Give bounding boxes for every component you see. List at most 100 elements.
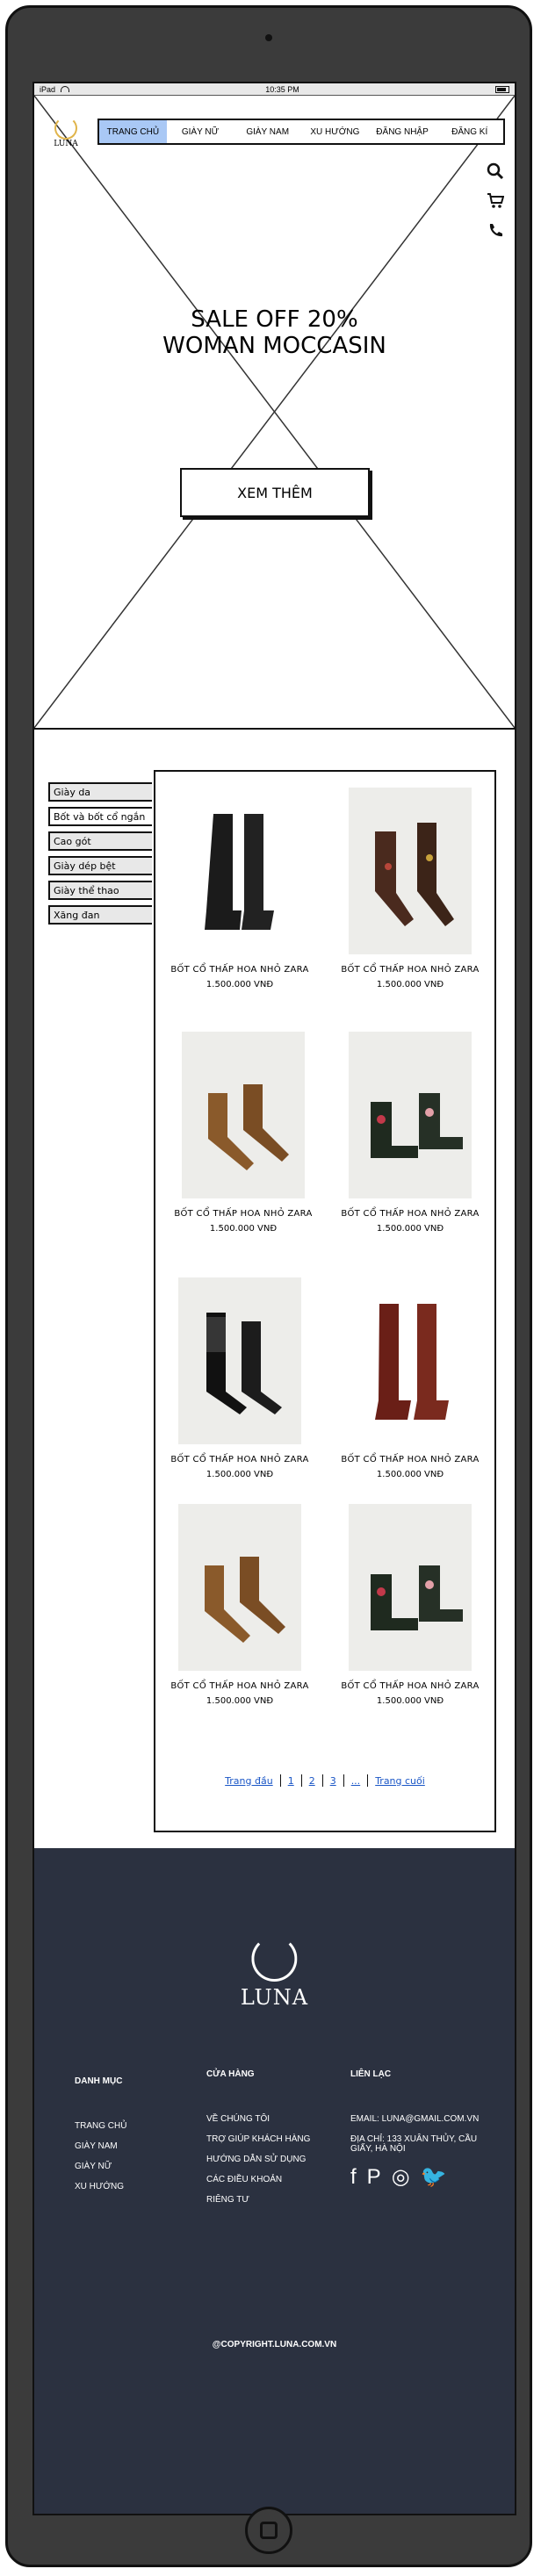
product-card[interactable]: BỐT CỔ THẤP HOA NHỎ ZARA 1.500.000 VNĐ bbox=[331, 1277, 489, 1479]
nav-trends[interactable]: XU HƯỚNG bbox=[301, 120, 369, 143]
search-icon[interactable] bbox=[487, 162, 504, 180]
nav-home[interactable]: TRANG CHỦ bbox=[99, 120, 167, 143]
logo-name: LUNA bbox=[54, 140, 78, 148]
product-image[interactable] bbox=[178, 788, 301, 954]
product-image[interactable] bbox=[349, 1504, 472, 1671]
footer-link[interactable]: HƯỚNG DẪN SỬ DỤNG bbox=[206, 2155, 310, 2164]
product-name[interactable]: BỐT CỔ THẤP HOA NHỎ ZARA bbox=[161, 1681, 319, 1691]
product-name[interactable]: BỐT CỔ THẤP HOA NHỎ ZARA bbox=[331, 965, 489, 975]
product-card[interactable]: BỐT CỔ THẤP HOA NHỎ ZARA 1.500.000 VNĐ bbox=[331, 1504, 489, 1706]
product-price: 1.500.000 VNĐ bbox=[206, 1470, 274, 1479]
product-name[interactable]: BỐT CỔ THẤP HOA NHỎ ZARA bbox=[331, 1455, 489, 1464]
product-card[interactable]: BỐT CỔ THẤP HOA NHỎ ZARA 1.500.000 VNĐ bbox=[331, 1032, 489, 1234]
product-image[interactable] bbox=[349, 788, 472, 954]
product-price: 1.500.000 VNĐ bbox=[209, 1224, 278, 1234]
clock: 10:35 PM bbox=[265, 84, 299, 94]
logo-mark-icon bbox=[54, 117, 77, 140]
hero-title: SALE OFF 20% WOMAN MOCCASIN bbox=[34, 306, 515, 359]
product-grid: BỐT CỔ THẤP HOA NHỎ ZARA 1.500.000 VNĐ B… bbox=[154, 770, 496, 1832]
category-item[interactable]: Giày thể thao bbox=[48, 881, 152, 900]
product-name[interactable]: BỐT CỔ THẤP HOA NHỎ ZARA bbox=[331, 1681, 489, 1691]
category-item[interactable]: Giày dép bệt bbox=[48, 856, 152, 875]
wifi-icon bbox=[61, 86, 70, 92]
pagination-page[interactable]: ... bbox=[351, 1775, 361, 1787]
twitter-icon[interactable]: 🐦 bbox=[421, 2166, 447, 2189]
footer-logo-mark-icon bbox=[251, 1936, 298, 1982]
footer-col-title: LIÊN LẠC bbox=[350, 2069, 392, 2079]
logo[interactable]: LUNA bbox=[50, 117, 82, 148]
footer-link[interactable]: GIÀY NAM bbox=[75, 2141, 126, 2151]
product-card[interactable]: BỐT CỔ THẤP HOA NHỎ ZARA 1.500.000 VNĐ bbox=[161, 1277, 319, 1479]
utility-icons bbox=[487, 162, 505, 240]
product-card[interactable]: BỐT CỔ THẤP HOA NHỎ ZARA 1.500.000 VNĐ bbox=[164, 1032, 322, 1234]
footer-link[interactable]: TRANG CHỦ bbox=[75, 2121, 126, 2131]
product-price: 1.500.000 VNĐ bbox=[376, 1696, 444, 1706]
product-price: 1.500.000 VNĐ bbox=[206, 1696, 274, 1706]
phone-icon[interactable] bbox=[487, 222, 504, 240]
nav-register[interactable]: ĐĂNG KÍ bbox=[436, 120, 503, 143]
category-item[interactable]: Giày da bbox=[48, 782, 152, 802]
category-item[interactable]: Xăng đan bbox=[48, 905, 152, 925]
product-card[interactable]: BỐT CỔ THẤP HOA NHỎ ZARA 1.500.000 VNĐ bbox=[161, 788, 319, 989]
pagination-page[interactable]: 1 bbox=[288, 1775, 294, 1787]
category-item[interactable]: Bốt và bốt cổ ngắn bbox=[48, 807, 152, 826]
main-nav: TRANG CHỦ GIÀY NỮ GIÀY NAM XU HƯỚNG ĐĂNG… bbox=[97, 119, 505, 145]
footer-link[interactable]: CÁC ĐIỀU KHOẢN bbox=[206, 2175, 310, 2184]
product-image[interactable] bbox=[349, 1277, 472, 1444]
product-name[interactable]: BỐT CỔ THẤP HOA NHỎ ZARA bbox=[164, 1209, 322, 1219]
product-price: 1.500.000 VNĐ bbox=[376, 980, 444, 989]
footer-col-title: DANH MỤC bbox=[75, 2076, 123, 2086]
copyright: @COPYRIGHT.LUNA.COM.VN bbox=[212, 2340, 337, 2349]
footer-link[interactable]: GIÀY NỮ bbox=[75, 2162, 126, 2171]
nav-login[interactable]: ĐĂNG NHẬP bbox=[369, 120, 436, 143]
product-price: 1.500.000 VNĐ bbox=[376, 1470, 444, 1479]
hero-banner: LUNA TRANG CHỦ GIÀY NỮ GIÀY NAM XU HƯỚNG… bbox=[34, 96, 515, 730]
hero-line-1: SALE OFF 20% bbox=[191, 306, 358, 333]
pagination-page[interactable]: 2 bbox=[309, 1775, 315, 1787]
category-sidebar: Giày da Bốt và bốt cổ ngắn Cao gót Giày … bbox=[48, 782, 152, 930]
site-footer: LUNA DANH MỤC TRANG CHỦ GIÀY NAM GIÀY NỮ… bbox=[34, 1848, 515, 2514]
product-card[interactable]: BỐT CỔ THẤP HOA NHỎ ZARA 1.500.000 VNĐ bbox=[331, 788, 489, 989]
product-name[interactable]: BỐT CỔ THẤP HOA NHỎ ZARA bbox=[161, 1455, 319, 1464]
product-card[interactable]: BỐT CỔ THẤP HOA NHỎ ZARA 1.500.000 VNĐ bbox=[161, 1504, 319, 1706]
product-image[interactable] bbox=[182, 1032, 305, 1198]
camera-dot bbox=[265, 34, 272, 41]
product-name[interactable]: BỐT CỔ THẤP HOA NHỎ ZARA bbox=[331, 1209, 489, 1219]
footer-link[interactable]: VỀ CHÚNG TÔI bbox=[206, 2114, 310, 2124]
status-bar: iPad 10:35 PM bbox=[34, 83, 515, 96]
image-placeholder bbox=[34, 96, 515, 728]
product-image[interactable] bbox=[178, 1277, 301, 1444]
cart-icon[interactable] bbox=[487, 192, 505, 210]
pagination: Trang đầu 1 2 3 ... Trang cuối bbox=[155, 1774, 494, 1787]
product-price: 1.500.000 VNĐ bbox=[206, 980, 274, 989]
product-image[interactable] bbox=[349, 1032, 472, 1198]
product-image[interactable] bbox=[178, 1504, 301, 1671]
pagination-page[interactable]: 3 bbox=[330, 1775, 336, 1787]
tablet-frame: iPad 10:35 PM LUNA TRANG CHỦ GIÀY NỮ GIÀ… bbox=[5, 5, 532, 2567]
nav-women-shoes[interactable]: GIÀY NỮ bbox=[167, 120, 234, 143]
product-name[interactable]: BỐT CỔ THẤP HOA NHỎ ZARA bbox=[161, 965, 319, 975]
home-button[interactable] bbox=[245, 2507, 292, 2554]
nav-men-shoes[interactable]: GIÀY NAM bbox=[234, 120, 301, 143]
see-more-button[interactable]: XEM THÊM bbox=[180, 468, 370, 517]
footer-logo-name: LUNA bbox=[240, 1985, 309, 2010]
home-square-icon bbox=[260, 2522, 278, 2539]
product-price: 1.500.000 VNĐ bbox=[376, 1224, 444, 1234]
pinterest-icon[interactable]: P bbox=[367, 2166, 381, 2189]
pagination-first[interactable]: Trang đầu bbox=[225, 1775, 273, 1787]
facebook-icon[interactable]: f bbox=[350, 2166, 357, 2189]
footer-link[interactable]: TRỢ GIÚP KHÁCH HÀNG bbox=[206, 2134, 310, 2144]
device-label: iPad bbox=[40, 84, 56, 94]
battery-icon bbox=[494, 85, 509, 93]
pagination-last[interactable]: Trang cuối bbox=[375, 1775, 425, 1787]
footer-col-title: CỬA HÀNG bbox=[206, 2069, 255, 2079]
footer-col-store: CỬA HÀNG VỀ CHÚNG TÔI TRỢ GIÚP KHÁCH HÀN… bbox=[206, 2069, 310, 2215]
footer-link[interactable]: XU HƯỚNG bbox=[75, 2182, 126, 2191]
footer-col-contact: LIÊN LẠC EMAIL: LUNA@GMAIL.COM.VN ĐỊA CH… bbox=[350, 2069, 491, 2199]
footer-logo[interactable]: LUNA bbox=[241, 1936, 308, 2010]
social-links: f P ◎ 🐦 bbox=[350, 2166, 491, 2189]
category-item[interactable]: Cao gót bbox=[48, 831, 152, 851]
footer-link[interactable]: RIÊNG TƯ bbox=[206, 2195, 310, 2205]
footer-email[interactable]: EMAIL: LUNA@GMAIL.COM.VN bbox=[350, 2114, 491, 2124]
instagram-icon[interactable]: ◎ bbox=[392, 2166, 410, 2189]
